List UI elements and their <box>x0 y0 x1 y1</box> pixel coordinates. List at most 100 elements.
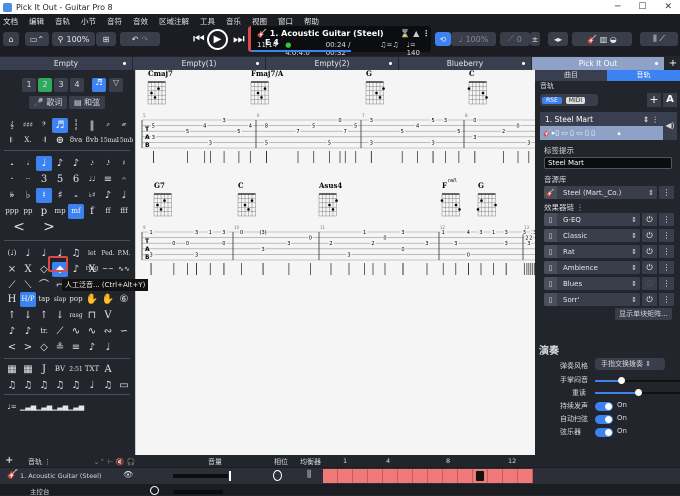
tab-note[interactable]: 3 <box>287 241 290 247</box>
palette-symbol-icon[interactable]: ♩♩ <box>84 172 100 187</box>
minimize-button[interactable]: ─ <box>615 2 620 12</box>
bank-select[interactable]: 🎸 Steel (Mart._Co.) ⇕ <box>544 186 657 199</box>
bar-cell[interactable] <box>398 469 413 483</box>
menu-item[interactable]: 帮助 <box>304 16 319 27</box>
tab-note[interactable]: 3 <box>444 118 447 124</box>
voice-button[interactable]: 1 <box>22 78 36 92</box>
bar-cell[interactable] <box>458 469 473 483</box>
power-toggle-icon[interactable]: ⏻ <box>642 293 657 306</box>
tab-note[interactable]: 1 <box>442 230 445 236</box>
palette-symbol-icon[interactable]: ♬ <box>52 118 68 133</box>
palette-symbol-icon[interactable]: 15mb <box>116 133 133 148</box>
bar-cell[interactable] <box>488 469 503 483</box>
palette-symbol-icon[interactable]: ♩ <box>20 246 36 261</box>
bar-cell[interactable] <box>503 469 518 483</box>
tab-note[interactable]: 3 <box>222 118 225 124</box>
palette-symbol-icon[interactable]: > <box>20 340 36 355</box>
palette-symbol-icon[interactable]: fff <box>116 204 132 219</box>
tab-note[interactable]: 1 <box>363 230 366 236</box>
next-icon[interactable]: ⏭ <box>233 32 245 47</box>
tab-note[interactable]: 5 <box>186 129 189 135</box>
palette-symbol-icon[interactable]: · <box>4 172 20 187</box>
effect-row[interactable]: ▯ Classic ⇕ <box>544 229 640 242</box>
label-input[interactable]: Steel Mart <box>544 157 672 169</box>
home-button[interactable]: ⌂ <box>3 32 19 46</box>
tab-note[interactable]: 2 <box>371 241 374 247</box>
close-button[interactable]: ✕ <box>664 2 672 12</box>
tab-note[interactable]: 3 <box>454 241 457 247</box>
mixer-buttons[interactable]: ⫼ ⟋ <box>640 32 678 46</box>
palette-symbol-icon[interactable]: 5 <box>52 172 68 187</box>
metronome-button[interactable]: ◂▸ <box>548 32 568 46</box>
bar-cell[interactable] <box>428 469 443 483</box>
palette-symbol-icon[interactable]: ♭ <box>20 188 36 203</box>
tab-track[interactable]: 音轨 <box>607 70 680 81</box>
track-volume-slider[interactable] <box>173 474 228 478</box>
palette-symbol-icon[interactable]: 𝅘𝅥𝅯 <box>84 156 100 171</box>
palette-symbol-icon[interactable]: < <box>4 340 20 355</box>
effect-menu[interactable]: ⋮ <box>659 293 674 306</box>
close-dot-icon[interactable] <box>256 62 259 65</box>
voice-button[interactable]: 4 <box>70 78 84 92</box>
palette-symbol-icon[interactable]: ▁▃▅ <box>36 400 52 415</box>
palette-symbol-icon[interactable]: ≗ <box>52 340 68 355</box>
palette-symbol-icon[interactable]: P.M. <box>116 246 132 261</box>
signal-chain[interactable]: 🎸▸▯ ▭ ▯ ▭ ▯ ▯ ▴ <box>540 126 663 140</box>
menu-item[interactable]: 音乐 <box>226 16 241 27</box>
tab-note[interactable]: 5 <box>328 140 331 146</box>
score-view[interactable]: T A B 5 6 7 8 Cmaj7 Fmaj7/A G C 5 3 5 4 3 5 4 3 8 5 7 5 5 7 5 0 3 3 5… <box>135 69 538 455</box>
palette-symbol-icon[interactable]: ⟋ <box>52 324 68 339</box>
palette-symbol-icon[interactable]: ♯ <box>52 188 68 203</box>
palette-symbol-icon[interactable]: ♩ <box>84 378 100 393</box>
voice-button[interactable]: 3 <box>54 78 68 92</box>
palette-symbol-icon[interactable]: ♪ <box>4 324 20 339</box>
effect-row[interactable]: ▯ Ambience ⇕ <box>544 261 640 274</box>
palette-symbol-icon[interactable]: H/P <box>20 292 36 307</box>
prev-icon[interactable]: ⏮ <box>193 32 205 47</box>
tab-note[interactable]: 3 <box>505 241 508 247</box>
effect-row[interactable]: ▯ Rat ⇕ <box>544 245 640 258</box>
palette-symbol-icon[interactable]: 𝄫 <box>4 188 20 203</box>
palette-symbol-icon[interactable]: ▁▃▅ <box>52 400 68 415</box>
palette-symbol-icon[interactable]: × <box>4 262 20 277</box>
palette-symbol-icon[interactable]: ⟋ <box>4 278 20 293</box>
palette-symbol-icon[interactable]: ♫ <box>68 246 84 261</box>
palette-symbol-icon[interactable]: ∿ <box>68 324 84 339</box>
tab-note[interactable]: 1 <box>492 230 495 236</box>
palette-symbol-icon[interactable]: V <box>100 308 116 323</box>
palette-symbol-icon[interactable]: ppp <box>4 204 20 219</box>
palette-symbol-icon[interactable]: ♪ <box>84 340 100 355</box>
palette-symbol-icon[interactable]: ♫ <box>100 378 116 393</box>
close-dot-icon[interactable] <box>123 62 126 65</box>
bar-cell[interactable] <box>473 469 488 483</box>
bar-cell[interactable] <box>383 469 398 483</box>
tab-note[interactable]: 3 <box>262 247 265 253</box>
palette-symbol-icon[interactable]: ·· <box>20 172 36 187</box>
palette-symbol-icon[interactable]: rasg <box>68 308 84 323</box>
palette-symbol-icon[interactable]: X. <box>20 133 36 148</box>
palette-symbol-icon[interactable]: 𝄆 <box>4 133 20 148</box>
palette-symbol-icon[interactable]: ♭♯ <box>84 188 100 203</box>
pan-knob[interactable] <box>273 470 282 481</box>
palette-symbol-icon[interactable]: ▭ <box>116 378 132 393</box>
palette-symbol-icon[interactable]: BV <box>52 362 68 377</box>
palette-symbol-icon[interactable]: ∾ <box>100 324 116 339</box>
palette-symbol-icon[interactable]: ▁▃▅ <box>68 400 84 415</box>
palette-symbol-icon[interactable]: ⟍ <box>20 278 36 293</box>
palette-symbol-icon[interactable]: mf <box>68 204 84 219</box>
tab-song[interactable]: 曲目 <box>535 70 607 81</box>
palette-symbol-icon[interactable]: ♪ <box>68 262 84 277</box>
tab-note[interactable]: 3 <box>425 241 428 247</box>
palette-symbol-icon[interactable]: ⊓ <box>84 308 100 323</box>
palette-symbol-icon[interactable]: slap <box>52 292 68 307</box>
tab-note[interactable]: 3 <box>527 140 530 146</box>
palm-mute-slider[interactable] <box>595 377 680 384</box>
play-button[interactable]: ▶ <box>207 29 228 50</box>
close-dot-icon[interactable] <box>522 62 525 65</box>
maximize-button[interactable]: ☐ <box>638 2 646 12</box>
palette-symbol-icon[interactable]: p <box>36 204 52 219</box>
undo-button[interactable]: ↶ <box>132 35 139 44</box>
palette-symbol-icon[interactable]: pp <box>20 204 36 219</box>
palette-symbol-icon[interactable]: TXT <box>84 362 100 377</box>
document-tab[interactable]: Empty(1) <box>133 57 266 70</box>
